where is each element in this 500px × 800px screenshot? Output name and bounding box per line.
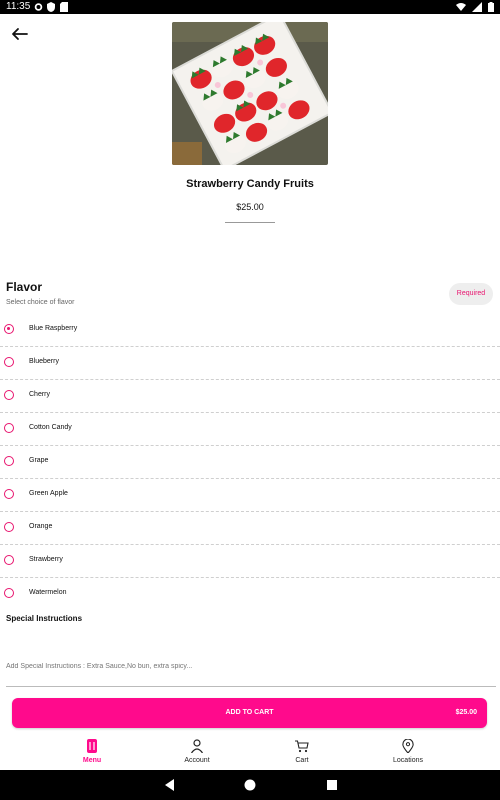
product-image — [172, 22, 328, 165]
system-nav-bar — [0, 770, 500, 800]
flavor-option-label: Blueberry — [29, 358, 59, 365]
tab-label: Menu — [82, 757, 102, 764]
radio-button[interactable] — [4, 555, 14, 565]
price-divider — [225, 222, 275, 223]
cart-icon — [295, 739, 309, 753]
tab-label: Cart — [295, 757, 309, 764]
flavor-option-label: Green Apple — [29, 490, 68, 497]
flavor-option-label: Blue Raspberry — [29, 325, 78, 332]
flavor-option[interactable]: Blue Raspberry — [0, 314, 500, 347]
radio-button[interactable] — [4, 357, 14, 367]
radio-button[interactable] — [4, 423, 14, 433]
flavor-option[interactable]: Cotton Candy — [0, 413, 500, 446]
flavor-options-list: Blue Raspberry Blueberry Cherry Cotton C… — [0, 314, 500, 610]
radio-button[interactable] — [4, 522, 14, 532]
flavor-option[interactable]: Blueberry — [0, 347, 500, 380]
special-instructions-input[interactable] — [6, 656, 496, 676]
radio-button[interactable] — [4, 324, 14, 334]
flavor-option-label: Grape — [29, 457, 49, 464]
required-badge: Required — [449, 283, 493, 305]
flavor-option-label: Strawberry — [29, 556, 63, 563]
flavor-option[interactable]: Watermelon — [0, 578, 500, 610]
status-bar: 11:35 — [0, 0, 500, 14]
tab-account[interactable]: Account — [157, 736, 237, 770]
back-arrow-icon[interactable] — [10, 24, 30, 44]
wifi-icon — [456, 2, 466, 17]
menu-utensils-icon — [85, 739, 99, 753]
product-title: Strawberry Candy Fruits — [186, 178, 314, 190]
add-to-cart-button[interactable]: ADD TO CART $25.00 — [12, 698, 487, 728]
nav-recents-icon[interactable] — [324, 777, 340, 793]
nav-back-icon[interactable] — [162, 777, 178, 793]
nav-home-icon[interactable] — [242, 777, 258, 793]
signal-icon — [472, 2, 482, 17]
radio-button[interactable] — [4, 390, 14, 400]
shield-icon — [47, 2, 55, 12]
special-instructions-heading: Special Instructions — [6, 614, 83, 623]
tab-label: Locations — [393, 757, 423, 764]
tab-cart[interactable]: Cart — [262, 736, 342, 770]
flavor-option[interactable]: Grape — [0, 446, 500, 479]
sd-card-icon — [60, 2, 68, 12]
flavor-option-label: Orange — [29, 523, 53, 530]
tab-menu[interactable]: Menu — [52, 736, 132, 770]
flavor-option-label: Cherry — [29, 391, 51, 398]
flavor-option[interactable]: Green Apple — [0, 479, 500, 512]
flavor-option[interactable]: Strawberry — [0, 545, 500, 578]
radio-button[interactable] — [4, 489, 14, 499]
settings-icon — [34, 2, 43, 12]
radio-button[interactable] — [4, 456, 14, 466]
tab-locations[interactable]: Locations — [368, 736, 448, 770]
status-time: 11:35 — [6, 1, 31, 12]
add-to-cart-amount: $25.00 — [455, 709, 477, 716]
flavor-option[interactable]: Orange — [0, 512, 500, 545]
product-price: $25.00 — [236, 202, 264, 212]
bottom-tab-bar: Menu Account Cart Locations — [0, 736, 500, 770]
flavor-heading: Flavor — [6, 280, 43, 294]
battery-icon — [488, 2, 494, 17]
flavor-option-label: Watermelon — [29, 589, 67, 596]
location-pin-icon — [401, 738, 415, 754]
radio-button[interactable] — [4, 588, 14, 598]
flavor-option-label: Cotton Candy — [29, 424, 72, 431]
flavor-subheading: Select choice of flavor — [6, 299, 75, 306]
add-to-cart-label: ADD TO CART — [225, 709, 274, 716]
tab-label: Account — [184, 757, 210, 764]
flavor-option[interactable]: Cherry — [0, 380, 500, 413]
person-icon — [190, 739, 204, 754]
special-instructions-underline — [6, 686, 496, 687]
